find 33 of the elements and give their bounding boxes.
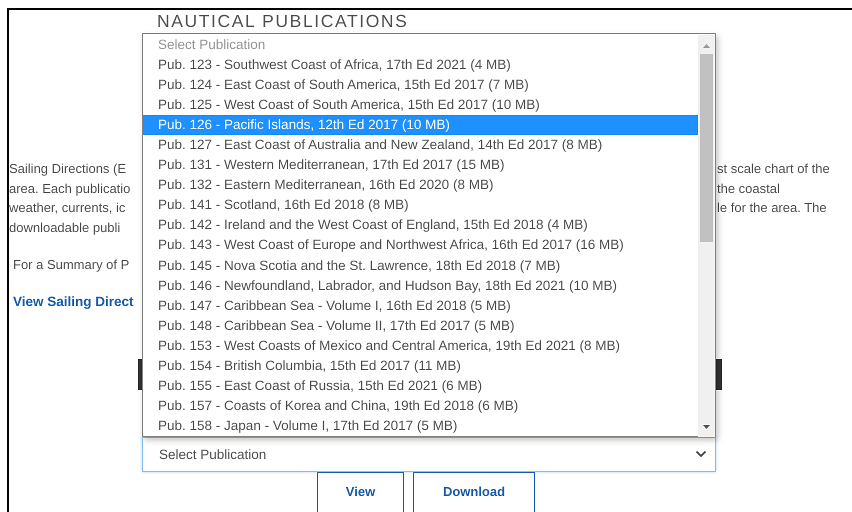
summary-text: For a Summary of P bbox=[13, 256, 130, 274]
action-button[interactable]: View bbox=[317, 472, 404, 512]
option-item[interactable]: Pub. 124 - East Coast of South America, 15th Ed 2017 (7 MB) bbox=[143, 75, 698, 96]
option-item[interactable]: Pub. 125 - West Coast of South America, 15th Ed 2017 (10 MB) bbox=[143, 95, 698, 116]
option-item[interactable]: Pub. 155 - East Coast of Russia, 15th Ed 2021 (6 MB) bbox=[143, 376, 698, 396]
chevron-down-icon bbox=[695, 450, 707, 458]
paragraph-fragment: area. Each publicatio bbox=[9, 180, 130, 198]
option-item[interactable]: Pub. 146 - Newfoundland, Labrador, and Hudson Bay, 18th Ed 2021 (10 MB) bbox=[143, 276, 698, 296]
option-item[interactable]: Pub. 131 - Western Mediterranean, 17th Ed 2017 (15 MB) bbox=[143, 155, 698, 176]
scrollbar-drawing[interactable] bbox=[698, 35, 715, 437]
paragraph-fragment: st scale chart of the bbox=[717, 160, 830, 178]
option-item[interactable]: Pub. 127 - East Coast of Australia and New Zealand, 14th Ed 2017 (8 MB) bbox=[143, 135, 698, 156]
paragraph-fragment: the coastal bbox=[717, 180, 780, 198]
option-item[interactable]: Pub. 142 - Ireland and the West Coast of England, 15th Ed 2018 (4 MB) bbox=[143, 215, 698, 236]
action-button[interactable]: Download bbox=[413, 472, 535, 512]
option-item[interactable]: Pub. 158 - Japan - Volume I, 17th Ed 2017 (5 MB) bbox=[143, 416, 698, 436]
sailing-directions-link[interactable]: View Sailing Direct bbox=[13, 292, 134, 311]
option-item[interactable]: Pub. 132 - Eastern Mediterranean, 16th Ed 2020 (8 MB) bbox=[143, 175, 698, 196]
option-item[interactable]: Pub. 148 - Caribbean Sea - Volume II, 17th Ed 2017 (5 MB) bbox=[143, 316, 698, 336]
option-item[interactable]: Pub. 145 - Nova Scotia and the St. Lawrence, 18th Ed 2018 (7 MB) bbox=[143, 256, 698, 276]
option-item[interactable]: Pub. 147 - Caribbean Sea - Volume I, 16th Ed 2018 (5 MB) bbox=[143, 296, 698, 316]
paragraph-fragment: downloadable publi bbox=[9, 219, 120, 238]
option-item[interactable]: Pub. 157 - Coasts of Korea and China, 19th Ed 2018 (6 MB) bbox=[143, 396, 698, 416]
paragraph-fragment: Sailing Directions (E bbox=[9, 160, 126, 178]
option-item[interactable]: Pub. 123 - Southwest Coast of Africa, 17th Ed 2021 (4 MB) bbox=[143, 55, 698, 76]
paragraph-fragment: weather, currents, ic bbox=[9, 199, 126, 218]
publication-select[interactable]: Select Publication bbox=[142, 436, 716, 472]
option-item[interactable]: Pub. 143 - West Coast of Europe and Northwest Africa, 16th Ed 2017 (16 MB) bbox=[143, 235, 698, 256]
page-title: NAUTICAL PUBLICATIONS bbox=[157, 11, 408, 31]
paragraph-fragment: le for the area. The bbox=[717, 199, 827, 218]
option-item[interactable]: Pub. 153 - West Coasts of Mexico and Central America, 19th Ed 2021 (8 MB) bbox=[143, 336, 698, 356]
option-item[interactable]: Pub. 154 - British Columbia, 15th Ed 2017 (11 MB) bbox=[143, 356, 698, 376]
option-item[interactable]: Pub. 141 - Scotland, 16th Ed 2018 (8 MB) bbox=[143, 195, 698, 216]
